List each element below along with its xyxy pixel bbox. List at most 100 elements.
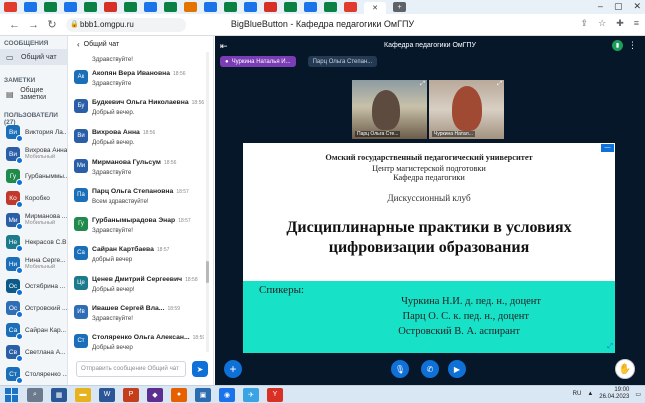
word-icon[interactable]: W <box>99 387 115 402</box>
start-icon[interactable] <box>5 387 19 402</box>
talker-indicator[interactable]: Парц Ольга Степан... <box>307 56 378 67</box>
explorer-icon[interactable]: ▬ <box>75 387 91 402</box>
connection-status-icon[interactable]: ▮ <box>612 40 623 51</box>
user-list-item[interactable]: Ос Островский ... <box>0 297 67 319</box>
chat-message: Це Ценев Дмитрий Сергеевич 18:58 Добрый веч… <box>74 276 206 293</box>
network-icon[interactable]: ▲ <box>587 391 593 397</box>
avatar: Не <box>6 235 23 252</box>
app-icon[interactable]: ▣ <box>195 387 211 402</box>
browser-tab[interactable] <box>144 2 157 12</box>
new-tab-icon[interactable]: + <box>393 2 406 12</box>
browser-tab[interactable] <box>244 2 257 12</box>
user-list-item[interactable]: Ви Виктория Ла... <box>0 121 67 143</box>
user-name: Столяренко ... <box>25 371 67 378</box>
chat-message-input[interactable]: Отправить сообщение Общий чат <box>76 361 186 377</box>
browser-tab[interactable] <box>224 2 237 12</box>
phone-button[interactable]: ✆ <box>421 360 439 378</box>
microphone-button[interactable]: 🎙 <box>391 360 409 378</box>
browser-tab-active[interactable]: ✕ <box>364 2 386 14</box>
user-list-item[interactable]: Ко Коробко <box>0 187 67 209</box>
browser-tab[interactable] <box>64 2 77 12</box>
avatar-initials: Ак <box>77 74 85 80</box>
browser-tab[interactable] <box>104 2 117 12</box>
user-list-item[interactable]: Ни Нина Серге... Мобильный <box>0 253 67 275</box>
chat-scrollbar[interactable] <box>206 52 209 352</box>
user-list-item[interactable]: Не Некрасов С.В. <box>0 231 67 253</box>
chat-scroll-thumb[interactable] <box>206 261 209 283</box>
search-icon[interactable]: ⌕ <box>27 387 43 402</box>
browser-tab[interactable] <box>124 2 137 12</box>
avatar: Са <box>6 323 23 340</box>
url-text: bbb1.omgpu.ru <box>80 20 134 29</box>
task-view-icon[interactable]: ▦ <box>51 387 67 402</box>
user-list-item[interactable]: Гу Гурбаныммы... <box>0 165 67 187</box>
user-list-item[interactable]: Ви Вихрова Анна Мобильный <box>0 143 67 165</box>
browser-tab[interactable] <box>44 2 57 12</box>
chat-icon: ▭ <box>6 52 14 62</box>
yandex-icon[interactable]: Y <box>267 387 283 402</box>
browser-tab[interactable] <box>304 2 317 12</box>
browser-tab[interactable] <box>344 2 357 12</box>
camera-button[interactable]: ▶ <box>448 360 466 378</box>
extensions-icon[interactable]: ✚ <box>616 18 624 29</box>
presentation-slide[interactable]: — Омский государственный педагогический … <box>243 143 615 353</box>
firefox-icon[interactable]: ● <box>171 387 187 402</box>
clock-time: 19:00 <box>614 387 630 393</box>
browser-tab[interactable] <box>184 2 197 12</box>
minimize-presentation-button[interactable]: — <box>601 144 614 152</box>
telegram-icon[interactable]: ✈ <box>243 387 259 402</box>
presence-icon <box>16 355 23 362</box>
reload-icon[interactable]: ↻ <box>47 18 57 31</box>
message-text: Всем здравствуйте! <box>92 198 149 205</box>
browser-tab[interactable] <box>204 2 217 12</box>
user-list-item[interactable]: Ос Остябрина ... <box>0 275 67 297</box>
url-field[interactable]: 🔒 bbb1.omgpu.ru <box>66 18 186 32</box>
chat-message: Са Сайран Картбаева 18:57 добрый вечер <box>74 246 206 263</box>
more-options-icon[interactable]: ⋮ <box>628 40 637 51</box>
talker-indicator[interactable]: ● Чуркина Наталья И... <box>220 56 296 67</box>
browser-tab[interactable] <box>324 2 337 12</box>
browser-tab[interactable] <box>24 2 37 12</box>
avatar-initials: Ст <box>77 338 85 344</box>
fullscreen-icon[interactable]: ⤢ <box>420 81 425 88</box>
close-icon[interactable]: ✕ <box>372 4 378 12</box>
browser-tab[interactable] <box>4 2 17 12</box>
back-icon[interactable]: ← <box>9 19 20 31</box>
user-list-item[interactable]: Св Светлана А... <box>0 341 67 363</box>
user-name-text: Коробко <box>25 194 50 202</box>
notifications-icon[interactable]: ▭ <box>635 391 641 398</box>
language-indicator[interactable]: RU <box>573 391 582 397</box>
clock[interactable]: 19:00 26.04.2023 <box>599 387 629 401</box>
avatar-initials: Ст <box>9 370 17 378</box>
bookmark-icon[interactable]: ☆ <box>598 18 606 29</box>
shared-notes-item[interactable]: ▤ Общие заметки <box>0 86 67 102</box>
minimize-icon[interactable]: – <box>598 1 603 12</box>
close-window-icon[interactable]: ✕ <box>633 1 641 12</box>
chat-header[interactable]: ‹ Общий чат <box>68 36 213 52</box>
chevron-left-icon[interactable]: ‹ <box>77 40 80 49</box>
browser-tab[interactable] <box>164 2 177 12</box>
actions-button[interactable]: + <box>224 360 242 378</box>
browser-tab[interactable] <box>84 2 97 12</box>
user-list-item[interactable]: Са Сайран Кар... <box>0 319 67 341</box>
powerpoint-icon[interactable]: P <box>123 387 139 402</box>
menu-icon[interactable]: ≡ <box>634 18 639 29</box>
avatar: Св <box>6 345 23 362</box>
share-icon[interactable]: ⇪ <box>581 18 589 29</box>
user-list-item[interactable]: Ми Мирманова ... Мобильный <box>0 209 67 231</box>
public-chat-item[interactable]: ▭ Общий чат <box>0 49 67 65</box>
app-icon[interactable]: ◆ <box>147 387 163 402</box>
chrome-icon[interactable]: ◉ <box>219 387 235 402</box>
fullscreen-icon[interactable]: ⤢ <box>497 81 502 88</box>
forward-icon[interactable]: → <box>28 19 39 31</box>
user-list-item[interactable]: Ст Столяренко ... <box>0 363 67 385</box>
webcam-video[interactable]: Парц Ольга Сте... ⤢ <box>352 80 427 139</box>
fullscreen-icon[interactable]: ⤢ <box>607 343 613 351</box>
browser-tab[interactable] <box>264 2 277 12</box>
raise-hand-button[interactable]: ✋ <box>615 359 635 379</box>
webcam-video[interactable]: Чуркина Натал... ⤢ <box>429 80 504 139</box>
maximize-icon[interactable]: ▢ <box>614 1 623 12</box>
meeting-title: Кафедра педагогики ОмГПУ <box>384 42 476 49</box>
browser-tab[interactable] <box>284 2 297 12</box>
send-button[interactable]: ➤ <box>192 361 208 377</box>
